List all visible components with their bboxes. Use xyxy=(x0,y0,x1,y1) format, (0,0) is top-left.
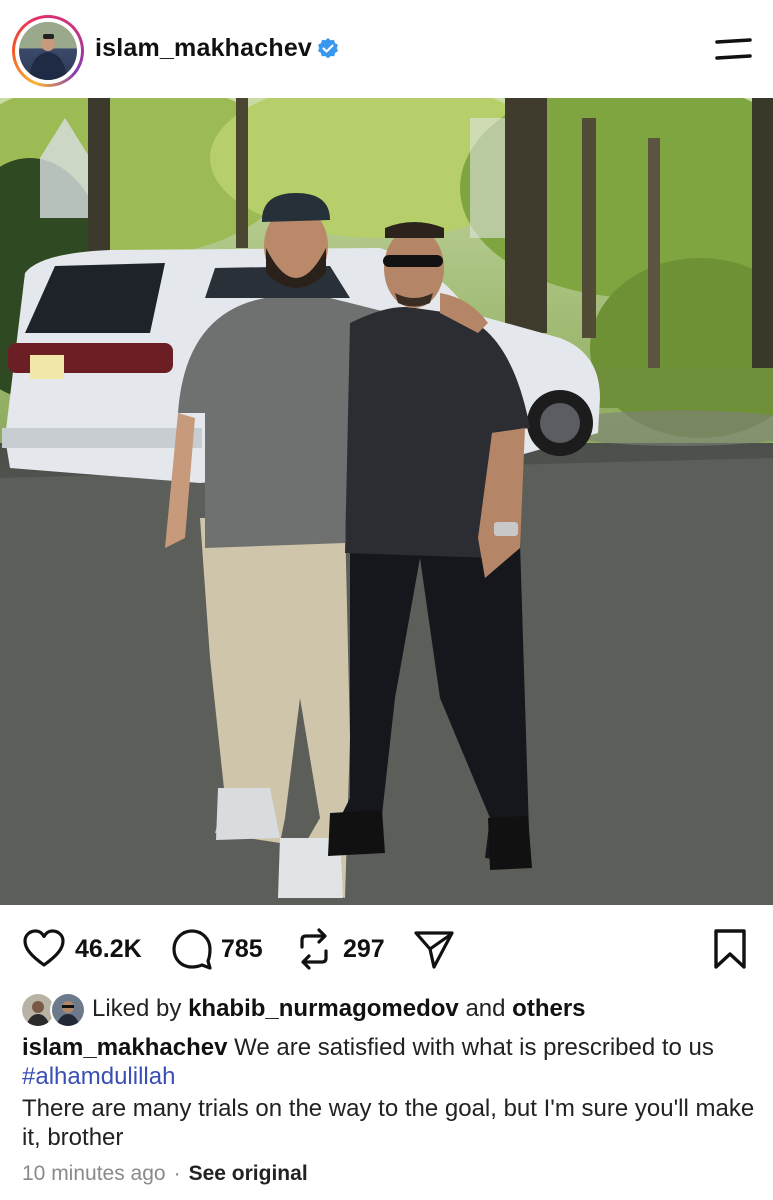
liked-by-conjunction: and xyxy=(458,995,513,1022)
caption-hashtag[interactable]: #alhamdulillah xyxy=(22,1063,175,1090)
liked-by-prefix: Liked by xyxy=(92,995,189,1022)
verified-badge-icon xyxy=(318,38,338,59)
comment-bubble-icon[interactable] xyxy=(170,927,214,971)
liked-by-username[interactable]: khabib_nurmagomedov xyxy=(188,995,459,1022)
avatar-image xyxy=(19,22,77,80)
repost-icon[interactable] xyxy=(292,927,336,971)
liker-avatar xyxy=(50,992,86,1028)
action-bar: 46.2K 785 297 xyxy=(0,915,773,981)
post-caption: islam_makhachev We are satisfied with wh… xyxy=(22,1033,757,1091)
comment-count[interactable]: 785 xyxy=(221,935,263,964)
separator: · xyxy=(173,1162,181,1185)
post-time: 10 minutes ago xyxy=(22,1162,166,1185)
username[interactable]: islam_makhachev xyxy=(95,34,312,63)
liked-by-row[interactable]: Liked by khabib_nurmagomedov and others xyxy=(20,990,760,1030)
post-header: islam_makhachev xyxy=(0,0,773,98)
post-footer: 10 minutes ago · See original xyxy=(22,1162,308,1186)
caption-comment: There are many trials on the way to the … xyxy=(22,1095,755,1151)
photo-image xyxy=(0,98,773,905)
bookmark-icon[interactable] xyxy=(710,927,750,971)
post-photo[interactable] xyxy=(0,98,773,905)
liked-by-others[interactable]: others xyxy=(512,995,585,1022)
like-count[interactable]: 46.2K xyxy=(75,935,142,964)
profile-avatar[interactable] xyxy=(12,15,84,87)
heart-icon[interactable] xyxy=(22,927,66,971)
liked-by-text: Liked by khabib_nurmagomedov and others xyxy=(92,995,586,1023)
menu-icon[interactable] xyxy=(713,37,753,65)
paper-plane-icon[interactable] xyxy=(412,927,456,971)
repost-count[interactable]: 297 xyxy=(343,935,385,964)
see-original-link[interactable]: See original xyxy=(189,1162,308,1185)
caption-username[interactable]: islam_makhachev xyxy=(22,1034,227,1061)
caption-text: We are satisfied with what is prescribed… xyxy=(227,1034,714,1061)
